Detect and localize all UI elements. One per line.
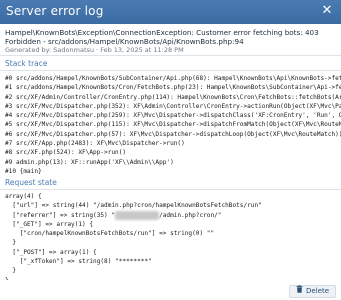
stack-line: #1 src/addons/Hampel/KnownBots/Cron/Fetc…: [5, 84, 341, 92]
stack-line: #4 src/XF/Mvc/Dispatcher.php(259): XF\Mv…: [5, 112, 341, 120]
delete-button[interactable]: Delete: [289, 285, 336, 298]
divider: [0, 55, 341, 56]
stack-trace-label: Stack trace: [5, 59, 48, 68]
request-line: }: [5, 267, 17, 275]
delete-label: Delete: [306, 287, 329, 295]
dialog-footer: Delete: [0, 282, 341, 300]
stack-line: #7 src/XF/App.php(2483): XF\Mvc\Dispatch…: [5, 140, 185, 148]
stack-line: #6 src/XF/Mvc/Dispatcher.php(57): XF\Mvc…: [5, 130, 341, 138]
stack-line: #3 src/XF/Mvc/Dispatcher.php(352): XF\Ad…: [5, 102, 341, 110]
request-state-block: array(4) { ["url"] => string(44) "/admin…: [5, 192, 335, 280]
stack-line: #9 admin.php(13): XF::runApp('XF\\Admin\…: [5, 158, 174, 166]
referrer-suffix: /admin.php?cron/": [159, 211, 222, 219]
request-line: ["_xfToken"] => string(8) "********": [5, 258, 152, 266]
dialog-content: Hampel\KnownBots\Exception\ConnectionExc…: [0, 24, 341, 280]
stack-line: #5 src/XF/Mvc/Dispatcher.php(115): XF\Mv…: [5, 121, 341, 129]
error-message: Hampel\KnownBots\Exception\ConnectionExc…: [5, 28, 319, 46]
redacted-domain: xxxxxxxxxxxx: [115, 210, 160, 220]
error-log-dialog: Server error log ✕ Hampel\KnownBots\Exce…: [0, 0, 341, 300]
request-line: ["cron/hampelKnownBotsFetchBots/run"] =>…: [5, 230, 215, 238]
stack-line: #8 src/XF.php(524): XF\App->run(): [5, 149, 127, 157]
request-line: ["url"] => string(44) "/admin.php?cron/h…: [5, 202, 262, 210]
stack-line: #10 {main}: [5, 167, 42, 175]
trash-icon: [296, 285, 303, 298]
request-line: ["referrer"] => string(35) "xxxxxxxxxxxx…: [5, 210, 335, 220]
close-icon[interactable]: ✕: [319, 3, 335, 19]
divider: [0, 70, 341, 71]
stack-line: #2 src/XF/Admin/Controller/CronEntry.php…: [5, 93, 341, 101]
request-line: ["_GET"] => array(1) {: [5, 220, 94, 228]
request-line: }: [5, 239, 17, 247]
error-meta: Generated by: Sadonmatsu · Feb 13, 2025 …: [5, 46, 184, 54]
request-line: }: [5, 276, 335, 280]
request-state-label: Request state: [5, 178, 57, 187]
referrer-prefix: ["referrer"] => string(35) ": [5, 211, 116, 219]
request-line: array(4) {: [5, 193, 42, 200]
stack-trace-block: #0 src/addons/Hampel/KnownBots/SubContai…: [5, 74, 341, 190]
request-line: ["_POST"] => array(1) {: [5, 248, 97, 256]
title-bar: Server error log ✕: [0, 0, 341, 24]
dialog-title: Server error log: [6, 4, 104, 18]
divider: [0, 189, 341, 190]
stack-line: #0 src/addons/Hampel/KnownBots/SubContai…: [5, 75, 341, 82]
